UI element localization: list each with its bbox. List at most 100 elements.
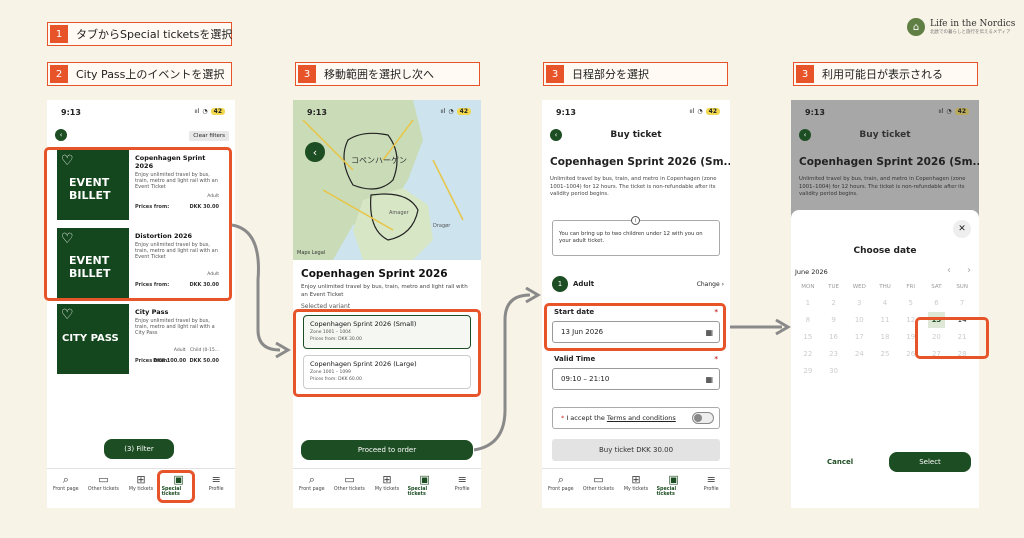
- tab-my-tickets[interactable]: ⊞ My tickets: [619, 473, 653, 492]
- city-pass-image: ♡ CITY PASS: [57, 304, 129, 374]
- calendar-day: 22: [803, 350, 813, 358]
- map[interactable]: [293, 100, 481, 260]
- event-description: Enjoy unlimited travel by bus, train, me…: [301, 284, 468, 298]
- tab-other-tickets[interactable]: ▭ Other tickets: [581, 473, 615, 492]
- step-4-label: 3 日程部分を選択: [543, 62, 728, 86]
- tab-front-page[interactable]: ⌕ Front page: [544, 473, 578, 492]
- status-time: 9:13: [556, 108, 576, 117]
- status-icons: ııl ◔ 42: [440, 108, 471, 115]
- calendar-day: 4: [882, 299, 888, 307]
- status-time: 9:13: [61, 108, 81, 117]
- info-icon: i: [631, 216, 640, 225]
- event-title: Copenhagen Sprint 2026: [301, 268, 448, 280]
- calendar-day: 3: [857, 299, 862, 307]
- site-logo: ⌂ Life in the Nordics 北欧での暮らしと旅行を伝えるメディア: [907, 18, 1015, 36]
- calendar-day: 16: [829, 333, 839, 341]
- qr-icon: ⊞: [382, 473, 392, 486]
- signal-icon: ııl: [440, 108, 446, 115]
- menu-icon: ≡: [457, 473, 467, 486]
- tab-special-tickets[interactable]: ▣ Special tickets: [408, 473, 442, 497]
- status-icons: ııl ◔ 42: [938, 108, 969, 115]
- proceed-button[interactable]: Proceed to order: [301, 440, 473, 460]
- battery-icon: 42: [210, 108, 225, 115]
- tab-front-page[interactable]: ⌕ Front page: [49, 473, 83, 492]
- prev-month-icon[interactable]: ‹: [947, 265, 951, 276]
- search-icon: ⌕: [308, 473, 315, 486]
- menu-icon: ≡: [706, 473, 716, 486]
- valid-time-field[interactable]: 09:10 – 21:10 ▦: [552, 368, 720, 390]
- highlight-special-tab: [157, 470, 195, 503]
- map-label-dragor: Dragør: [433, 223, 451, 229]
- tab-my-tickets[interactable]: ⊞ My tickets: [124, 473, 158, 492]
- highlight-available-dates: [915, 317, 989, 359]
- ticket-title: Copenhagen Sprint 2026 (Sm...: [550, 156, 730, 168]
- signal-icon: ııl: [689, 108, 695, 115]
- special-ticket-icon: ▣: [419, 473, 430, 486]
- chevron-right-icon: ›: [721, 281, 724, 288]
- ticket-icon: ▭: [344, 473, 355, 486]
- signal-icon: ııl: [938, 108, 944, 115]
- terms-toggle[interactable]: [692, 412, 714, 424]
- status-time: 9:13: [805, 108, 825, 117]
- close-button[interactable]: ✕: [953, 220, 971, 238]
- calendar-day: 15: [803, 333, 813, 341]
- tab-other-tickets[interactable]: ▭ Other tickets: [86, 473, 120, 492]
- calendar-day: 5: [908, 299, 913, 307]
- arrow-3-to-4-head: [775, 318, 791, 336]
- ticket-description: Unlimited travel by bus, train, and metr…: [799, 176, 966, 197]
- tab-other-tickets[interactable]: ▭ Other tickets: [332, 473, 366, 492]
- tab-my-tickets[interactable]: ⊞ My tickets: [370, 473, 404, 492]
- tab-front-page[interactable]: ⌕ Front page: [295, 473, 329, 492]
- search-icon: ⌕: [557, 473, 564, 486]
- calendar-day: 7: [959, 299, 965, 307]
- valid-time-label: Valid Time *: [554, 355, 718, 363]
- calendar-day: 24: [854, 350, 864, 358]
- filter-button[interactable]: (3) Filter: [104, 439, 174, 459]
- highlight-event-cards: [44, 147, 232, 301]
- tab-profile[interactable]: ≡ Profile: [199, 473, 233, 492]
- ticket-title: Copenhagen Sprint 2026 (Sm...: [799, 156, 979, 168]
- signal-icon: ııl: [194, 108, 200, 115]
- wifi-icon: ◔: [946, 108, 952, 115]
- tab-profile[interactable]: ≡ Profile: [694, 473, 728, 492]
- tab-profile[interactable]: ≡ Profile: [445, 473, 479, 492]
- ticket-description: Unlimited travel by bus, train, and metr…: [550, 176, 717, 197]
- cancel-button[interactable]: Cancel: [827, 458, 853, 466]
- status-icons: ııl ◔ 42: [689, 108, 720, 115]
- city-pass-card[interactable]: ♡ CITY PASS City Pass Enjoy unlimited trav…: [57, 304, 225, 374]
- buy-ticket-button[interactable]: Buy ticket DKK 30.00: [552, 439, 720, 461]
- heart-icon[interactable]: ♡: [61, 307, 74, 323]
- battery-icon: 42: [954, 108, 969, 115]
- wifi-icon: ◔: [697, 108, 703, 115]
- back-button[interactable]: ‹: [305, 142, 325, 162]
- maps-attribution: Maps Legal: [297, 250, 326, 256]
- wifi-icon: ◔: [202, 108, 208, 115]
- close-icon: ✕: [958, 224, 966, 234]
- clear-filters-button[interactable]: Clear filters: [189, 131, 229, 141]
- terms-link[interactable]: Terms and conditions: [607, 414, 676, 422]
- ticket-icon: ▭: [593, 473, 604, 486]
- map-city-label: コペンハーゲン: [351, 156, 407, 165]
- calendar-day: 10: [854, 316, 864, 324]
- highlight-start-date: [544, 303, 726, 351]
- choose-date-title: Choose date: [853, 246, 917, 256]
- step-5-label: 3 利用可能日が表示される: [793, 62, 978, 86]
- month-label: June 2026: [795, 268, 828, 276]
- calendar-day: 17: [854, 333, 864, 341]
- special-ticket-icon: ▣: [668, 473, 679, 486]
- adult-label: Adult: [573, 280, 595, 288]
- step-1-label: 1 タブからSpecial ticketsを選択: [47, 22, 232, 46]
- battery-icon: 42: [705, 108, 720, 115]
- ticket-icon: ▭: [98, 473, 109, 486]
- calendar-day: 6: [934, 299, 939, 307]
- terms-row: * I accept the Terms and conditions: [552, 407, 720, 429]
- back-button[interactable]: ‹: [55, 129, 67, 141]
- change-passengers-button[interactable]: Change ›: [697, 281, 724, 288]
- select-button[interactable]: Select: [889, 452, 971, 472]
- date-picker-sheet: ✕ Choose date June 2026 ‹ › MON TUE WED THU…: [791, 210, 979, 508]
- step-2-label: 2 City Pass上のイベントを選択: [47, 62, 232, 86]
- phone-screen-4: 9:13 ııl ◔ 42 ‹ Buy ticket Copenhagen Spri…: [791, 100, 979, 508]
- tab-special-tickets[interactable]: ▣ Special tickets: [657, 473, 691, 497]
- next-month-icon[interactable]: ›: [967, 265, 971, 276]
- status-icons: ııl ◔ 42: [194, 108, 225, 115]
